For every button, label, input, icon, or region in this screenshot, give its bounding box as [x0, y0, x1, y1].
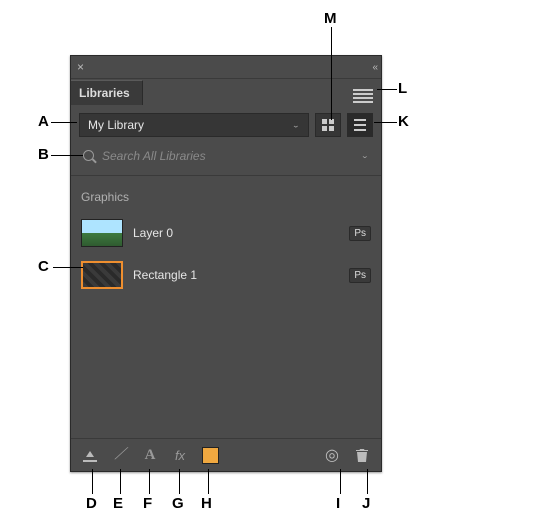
search-input[interactable]: Search All Libraries: [79, 145, 351, 167]
library-dropdown-label: My Library: [88, 118, 144, 132]
library-select-row: My Library ⌄: [71, 105, 381, 141]
add-layerstyle-icon[interactable]: fx: [169, 444, 191, 466]
item-thumbnail: [81, 219, 123, 247]
search-scope-chevron-icon[interactable]: ⌄: [357, 152, 373, 160]
tab-libraries[interactable]: Libraries: [71, 80, 143, 105]
add-color-icon[interactable]: [199, 444, 221, 466]
callout-C: C: [38, 258, 49, 275]
add-brush-icon[interactable]: ⟋: [109, 444, 131, 466]
cloud-sync-icon[interactable]: ◎: [321, 444, 343, 466]
callout-G: G: [172, 495, 184, 512]
callout-J: J: [362, 495, 370, 512]
app-badge-ps: Ps: [349, 268, 371, 283]
upload-icon[interactable]: [79, 444, 101, 466]
item-name-label: Rectangle 1: [133, 268, 339, 282]
section-header-graphics: Graphics: [79, 184, 373, 212]
panel-bottom-bar: ⟋ A fx ◎: [71, 438, 381, 471]
callout-B: B: [38, 146, 49, 163]
item-thumbnail: [81, 261, 123, 289]
callout-E: E: [113, 495, 123, 512]
search-placeholder: Search All Libraries: [102, 149, 206, 163]
callout-K: K: [398, 113, 409, 130]
callout-D: D: [86, 495, 97, 512]
callout-H: H: [201, 495, 212, 512]
app-badge-ps: Ps: [349, 226, 371, 241]
close-icon[interactable]: ×: [77, 60, 84, 74]
chevron-down-icon: ⌄: [292, 121, 300, 129]
list-view-button[interactable]: [347, 113, 373, 137]
trash-icon[interactable]: [351, 444, 373, 466]
callout-I: I: [336, 495, 340, 512]
grid-view-button[interactable]: [315, 113, 341, 137]
search-row: Search All Libraries ⌄: [71, 141, 381, 176]
callout-L: L: [398, 80, 407, 97]
list-icon: [354, 119, 366, 131]
library-item[interactable]: Layer 0 Ps: [79, 212, 373, 254]
panel-content: Graphics Layer 0 Ps Rectangle 1 Ps: [71, 176, 381, 438]
item-name-label: Layer 0: [133, 226, 339, 240]
callout-M: M: [324, 10, 337, 27]
grid-icon: [322, 119, 334, 131]
collapse-icon[interactable]: «: [372, 62, 375, 73]
library-item[interactable]: Rectangle 1 Ps: [79, 254, 373, 296]
libraries-panel: × « Libraries My Library ⌄ Search All Li…: [70, 55, 382, 472]
panel-tabbar: Libraries: [71, 79, 381, 105]
add-textstyle-icon[interactable]: A: [139, 444, 161, 466]
search-icon: [83, 150, 96, 163]
callout-F: F: [143, 495, 152, 512]
callout-A: A: [38, 113, 49, 130]
flyout-menu-icon[interactable]: [353, 87, 373, 105]
library-dropdown[interactable]: My Library ⌄: [79, 113, 309, 137]
panel-topstrip: × «: [71, 56, 381, 79]
